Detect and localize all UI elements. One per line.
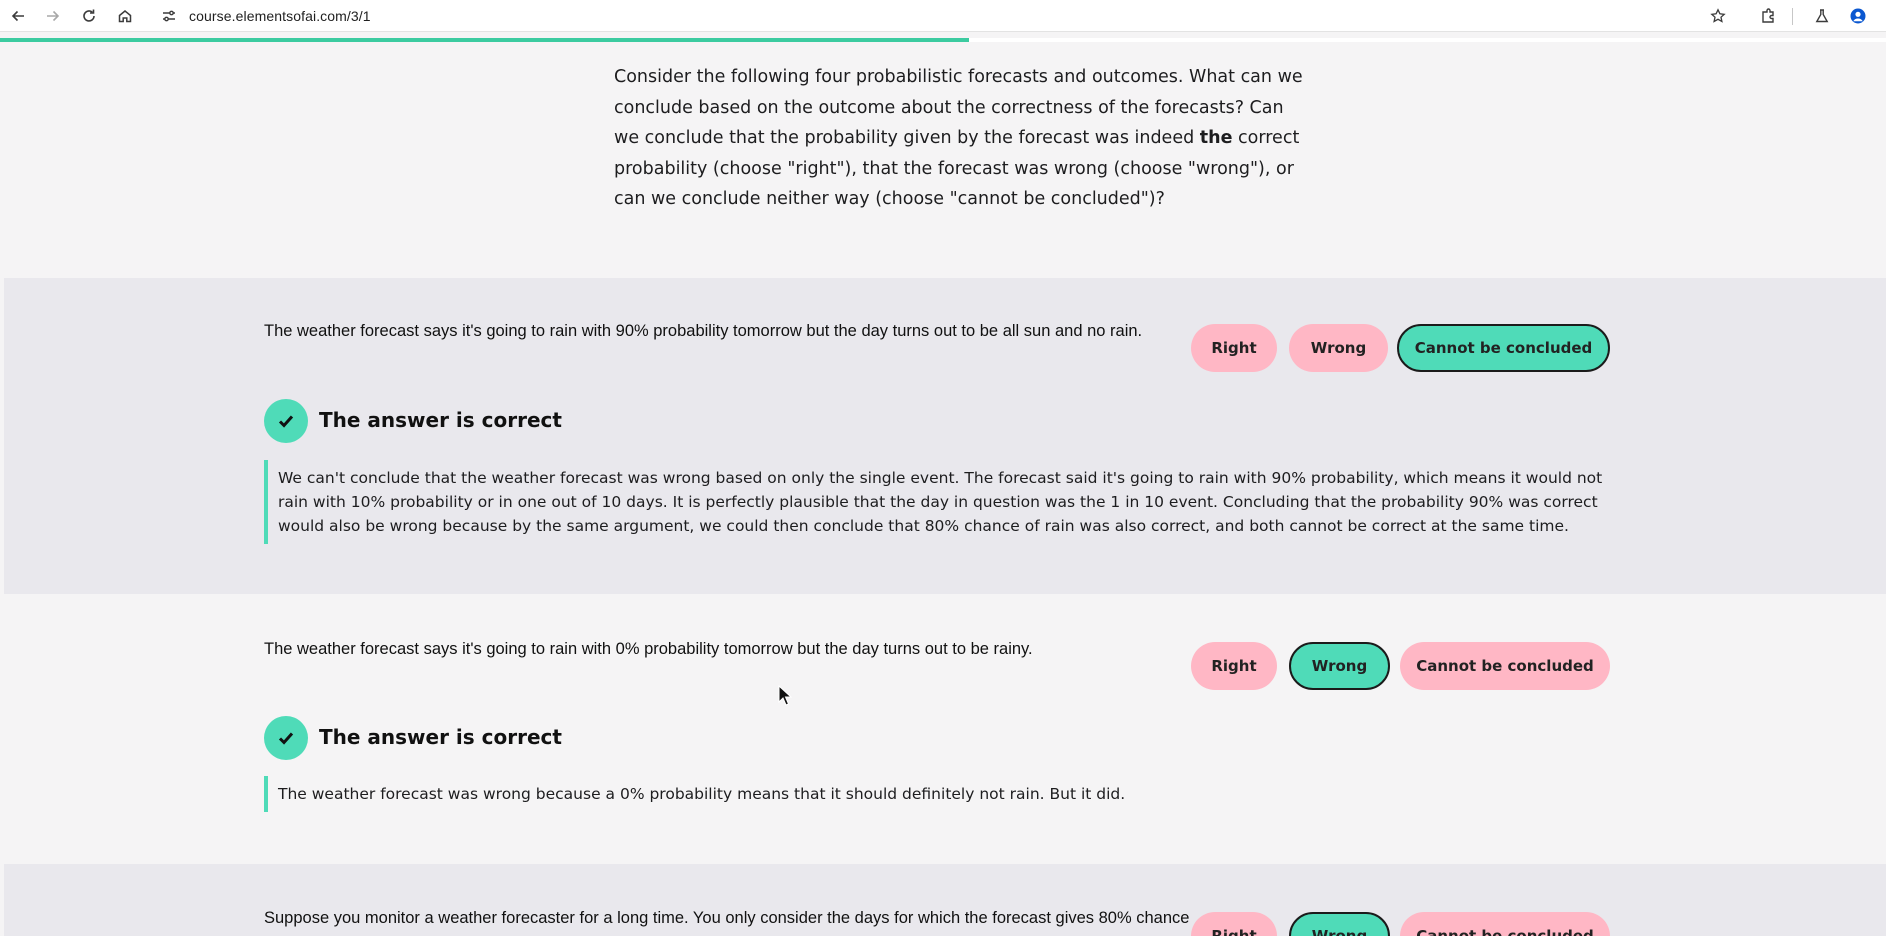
question-text: The weather forecast says it's going to … [264,640,1033,658]
answer-wrong-button[interactable]: Wrong [1289,912,1390,936]
answer-explanation: The weather forecast was wrong because a… [264,776,1624,812]
site-info-icon[interactable] [158,5,180,27]
instructions-emphasis: the [1199,128,1233,148]
home-icon[interactable] [114,5,136,27]
check-icon [264,716,308,760]
question-text: The weather forecast says it's going to … [264,322,1143,340]
answer-cannot-be-concluded-button[interactable]: Cannot be concluded [1400,642,1610,690]
extensions-icon[interactable] [1757,5,1779,27]
toolbar-divider [1792,8,1793,25]
answer-explanation: We can't conclude that the weather forec… [264,460,1624,544]
exercise-item: The weather forecast says it's going to … [4,278,1886,594]
check-icon [264,399,308,443]
exercise-item: Suppose you monitor a weather forecaster… [4,864,1886,936]
feedback-title: The answer is correct [319,408,562,432]
profile-icon[interactable] [1847,5,1869,27]
reload-icon[interactable] [78,5,100,27]
answer-right-button[interactable]: Right [1191,642,1277,690]
course-progress-fill [0,38,970,42]
answer-wrong-button[interactable]: Wrong [1289,642,1390,690]
course-progress-bar [0,38,1886,42]
address-bar[interactable]: course.elementsofai.com/3/1 [189,8,371,24]
answer-right-button[interactable]: Right [1191,912,1277,936]
forward-icon[interactable] [42,5,64,27]
answer-cannot-be-concluded-button[interactable]: Cannot be concluded [1400,912,1610,936]
answer-wrong-button[interactable]: Wrong [1289,324,1388,372]
question-text: Suppose you monitor a weather forecaster… [264,909,1190,927]
labs-icon[interactable] [1811,5,1833,27]
back-icon[interactable] [7,5,29,27]
exercise-item: The weather forecast says it's going to … [4,594,1886,864]
answer-right-button[interactable]: Right [1191,324,1277,372]
mouse-cursor-icon [778,685,792,706]
answer-cannot-be-concluded-button[interactable]: Cannot be concluded [1397,324,1610,372]
feedback-title: The answer is correct [319,725,562,749]
exercise-instructions: Consider the following four probabilisti… [614,62,1304,215]
browser-toolbar: course.elementsofai.com/3/1 [0,0,1886,32]
bookmark-star-icon[interactable] [1707,5,1729,27]
